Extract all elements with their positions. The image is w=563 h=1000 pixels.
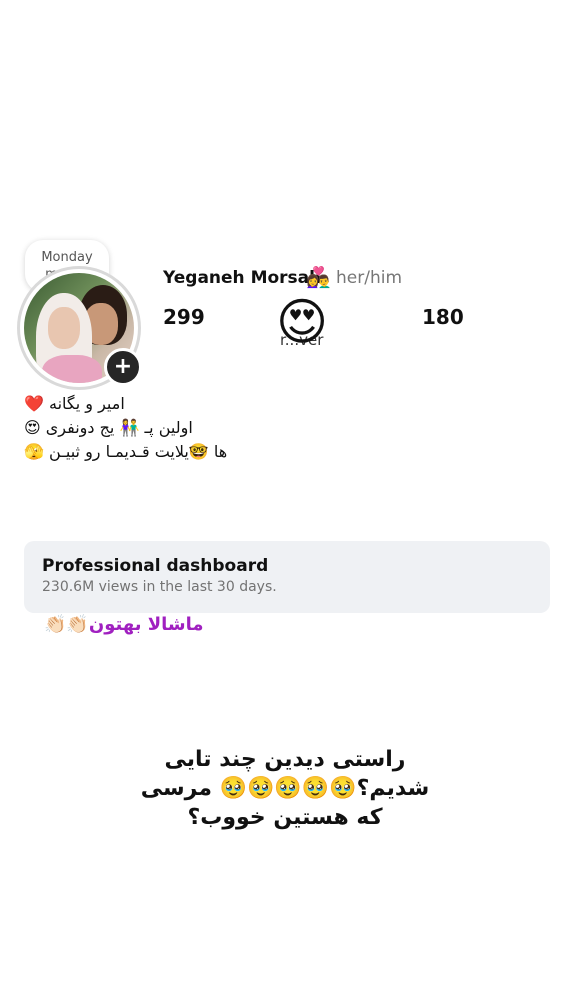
dashboard-title: Professional dashboard (42, 556, 269, 576)
professional-dashboard-card[interactable] (24, 541, 550, 613)
profile-pronouns: her/him (336, 268, 403, 288)
bio-line-3: ها 🤓یلایت قـدیمـا رو ثبیـن 🫣 (24, 442, 228, 461)
profile-name: Yeganeh Morsali (163, 268, 321, 288)
plus-icon: + (113, 354, 133, 379)
story-text: راستی دیدین چند تایی شدیم؟🥹🥹🥹🥹🥹 مرسی که … (100, 745, 470, 832)
couple-emoji: 👩‍❤️‍👨 (306, 265, 331, 289)
add-story-button[interactable]: + (104, 348, 142, 386)
story-text-line-1: راستی دیدین چند تایی (164, 747, 406, 772)
dashboard-subtitle: 230.6M views in the last 30 days. (42, 579, 277, 595)
bio-line-1: امیر و یگانه ❤️ (24, 394, 125, 413)
bio-line-2: اولین پـ 👫 یج دونفری 😍 (24, 418, 193, 437)
story-text-line-2: شدیم؟🥹🥹🥹🥹🥹 مرسی (140, 776, 430, 801)
heart-eyes-sticker: 😍 (275, 293, 329, 351)
story-caption: ماشالا بهتون👏🏻👏🏻 (44, 614, 204, 635)
stat-posts-count[interactable]: 299 (163, 305, 205, 329)
story-text-line-3: که هستین خووب؟ (187, 805, 383, 830)
stat-following-count[interactable]: 180 (422, 305, 464, 329)
